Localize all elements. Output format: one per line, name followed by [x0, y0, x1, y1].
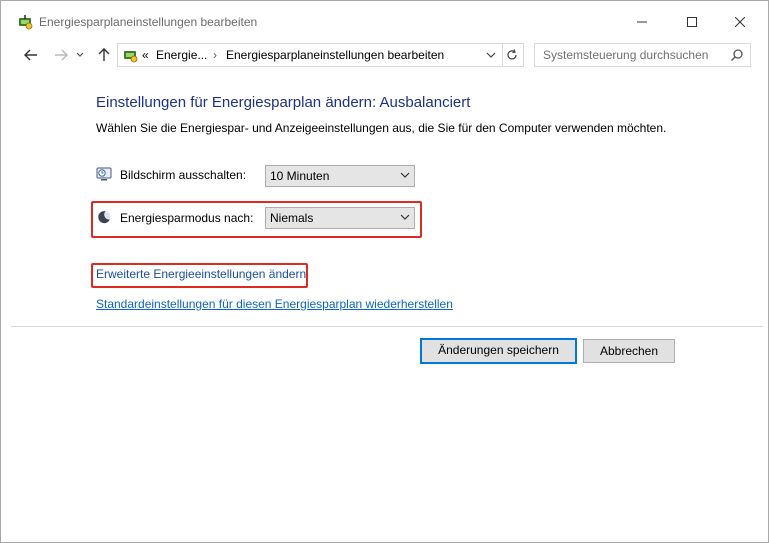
sleep-label: Energiesparmodus nach:	[120, 211, 254, 225]
display-off-select[interactable]: 10 Minuten	[265, 165, 415, 187]
display-off-label: Bildschirm ausschalten:	[120, 168, 247, 182]
close-button[interactable]	[717, 7, 763, 37]
search-box[interactable]: Systemsteuerung durchsuchen	[534, 43, 751, 67]
moon-icon	[97, 210, 111, 224]
up-button[interactable]	[94, 46, 114, 64]
divider	[11, 326, 763, 327]
maximize-button[interactable]	[669, 7, 715, 37]
power-options-icon	[19, 15, 33, 30]
display-off-value: 10 Minuten	[270, 169, 330, 183]
page-description: Wählen Sie die Energiespar- und Anzeigee…	[96, 121, 667, 135]
search-input[interactable]: Systemsteuerung durchsuchen	[543, 48, 708, 62]
chevron-down-icon	[400, 172, 410, 178]
arrow-right-icon	[55, 49, 68, 61]
minimize-icon	[637, 21, 647, 23]
arrow-up-icon	[98, 48, 110, 61]
address-bar[interactable]: « Energie... › Energiesparplaneinstellun…	[117, 43, 503, 67]
navigation-bar: « Energie... › Energiesparplaneinstellun…	[1, 41, 768, 69]
cancel-button[interactable]: Abbrechen	[583, 339, 675, 363]
chevron-down-icon[interactable]	[484, 49, 498, 61]
page-title: Einstellungen für Energiesparplan ändern…	[96, 94, 471, 111]
window: Energiesparplaneinstellungen bearbeiten	[0, 0, 769, 543]
maximize-icon	[687, 17, 697, 27]
chevron-down-icon	[76, 52, 84, 57]
window-title: Energiesparplaneinstellungen bearbeiten	[39, 15, 258, 29]
breadcrumb-overflow[interactable]: «	[142, 48, 149, 62]
refresh-icon	[507, 49, 517, 60]
title-bar: Energiesparplaneinstellungen bearbeiten	[1, 1, 768, 41]
refresh-button[interactable]	[501, 43, 524, 67]
minimize-button[interactable]	[619, 7, 665, 37]
power-options-icon	[124, 51, 138, 63]
sleep-select[interactable]: Niemals	[265, 207, 415, 229]
close-icon	[735, 17, 745, 27]
search-icon[interactable]	[730, 48, 744, 62]
forward-button[interactable]	[51, 46, 71, 64]
chevron-down-icon	[400, 214, 410, 220]
arrow-left-icon	[24, 49, 37, 61]
save-button[interactable]: Änderungen speichern	[420, 338, 577, 364]
breadcrumb-item[interactable]: Energiesparplaneinstellungen bearbeiten	[226, 48, 444, 62]
recent-pages-button[interactable]	[74, 46, 86, 64]
advanced-settings-link[interactable]: Erweiterte Energieeinstellungen ändern	[96, 267, 306, 281]
breadcrumb-separator: ›	[213, 48, 217, 62]
monitor-clock-icon	[96, 167, 112, 181]
back-button[interactable]	[21, 46, 41, 64]
restore-defaults-link[interactable]: Standardeinstellungen für diesen Energie…	[96, 297, 453, 311]
breadcrumb-item[interactable]: Energie...	[156, 48, 207, 62]
sleep-value: Niemals	[270, 211, 314, 225]
